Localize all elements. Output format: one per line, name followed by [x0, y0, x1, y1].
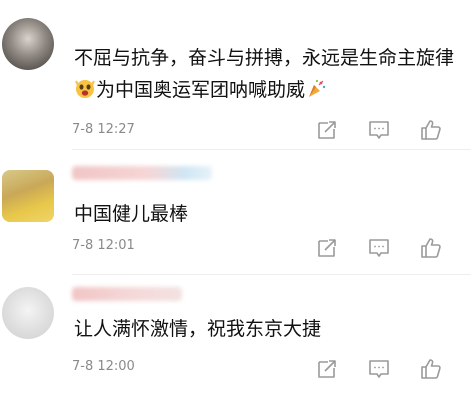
- comment-text: 让人满怀激情，祝我东京大捷: [74, 318, 322, 340]
- like-button[interactable]: [417, 116, 445, 144]
- comment-text: 不屈与抗争，奋斗与拼搏，永远是生命主旋律 为中国奥运军团呐喊助威: [74, 42, 454, 106]
- cheering-face-emoji: [75, 80, 95, 98]
- comment-timestamp: 7-8 12:00: [72, 359, 135, 374]
- comment-icon: [369, 360, 389, 378]
- share-icon: [318, 239, 336, 257]
- comment-icon: [369, 239, 389, 257]
- party-popper-emoji: [309, 79, 326, 97]
- username-blurred[interactable]: [72, 166, 212, 180]
- like-button[interactable]: [417, 234, 445, 262]
- comment-text: 中国健儿最棒: [74, 203, 189, 225]
- share-icon: [318, 360, 336, 378]
- comment-timestamp: 7-8 12:27: [72, 122, 135, 137]
- comment-text-part: 为中国奥运军团呐喊助威: [96, 79, 306, 101]
- like-icon: [421, 120, 441, 140]
- comment-item: 不屈与抗争，奋斗与拼搏，永远是生命主旋律 为中国奥运军团呐喊助威 7-8 12:…: [0, 0, 471, 150]
- comment-actions: [313, 116, 453, 144]
- comment-text-part: 不屈与抗争，奋斗与拼搏，永远是生命主旋律: [74, 47, 455, 69]
- share-icon: [318, 121, 336, 139]
- share-button[interactable]: [313, 234, 341, 262]
- comment-actions: [313, 355, 453, 383]
- like-button[interactable]: [417, 355, 445, 383]
- comment-button[interactable]: [365, 234, 393, 262]
- avatar[interactable]: [2, 18, 54, 70]
- comment-timestamp: 7-8 12:01: [72, 238, 135, 253]
- comment-item: 中国健儿最棒 7-8 12:01: [0, 150, 471, 275]
- avatar[interactable]: [2, 170, 54, 222]
- like-icon: [421, 238, 441, 258]
- share-button[interactable]: [313, 355, 341, 383]
- comment-actions: [313, 234, 453, 262]
- like-icon: [421, 359, 441, 379]
- avatar[interactable]: [2, 287, 54, 339]
- share-button[interactable]: [313, 116, 341, 144]
- comment-button[interactable]: [365, 355, 393, 383]
- comment-button[interactable]: [365, 116, 393, 144]
- comment-icon: [369, 121, 389, 139]
- username-blurred[interactable]: [72, 287, 182, 301]
- comment-item: 让人满怀激情，祝我东京大捷 7-8 12:00: [0, 275, 471, 400]
